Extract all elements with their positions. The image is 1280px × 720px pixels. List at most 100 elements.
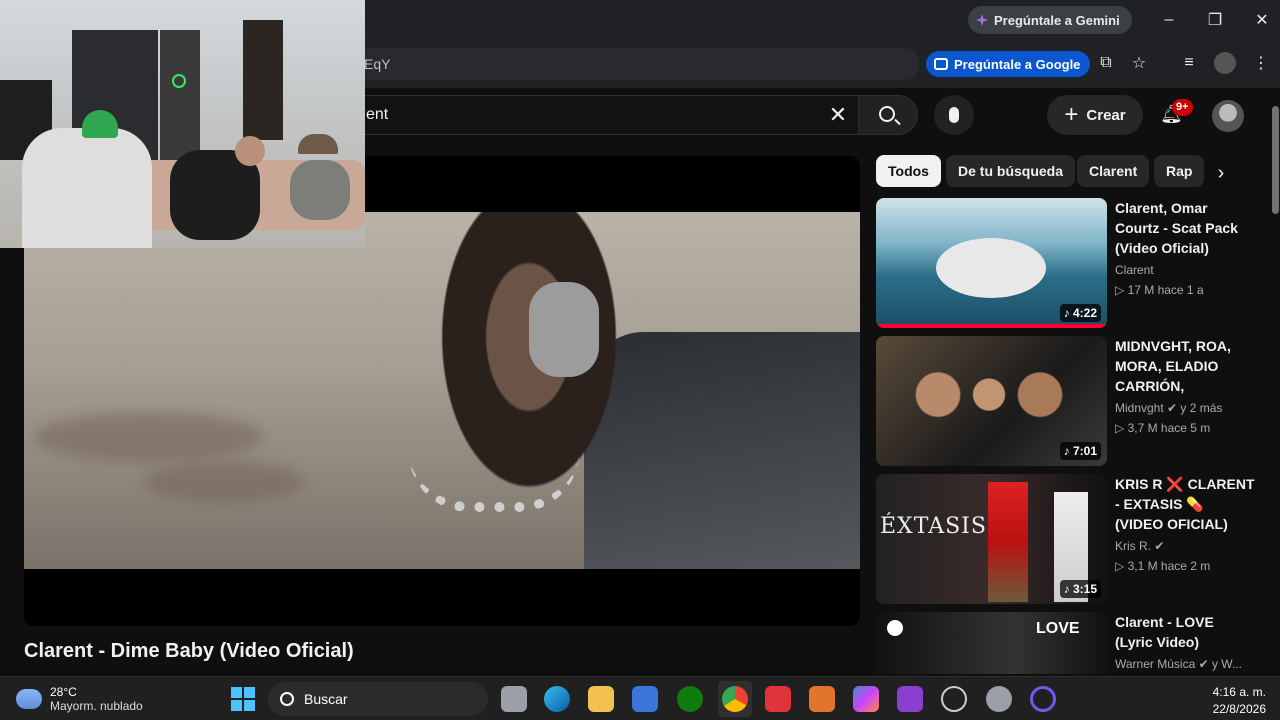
settings-gear-icon[interactable] [986,686,1012,712]
filter-chips: Todos De tu búsqueda Clarent Rap [876,155,1236,187]
video-meta: ▷ 3,7 M hace 5 m [1115,421,1211,435]
video-meta: ▷ 17 M hace 1 a [1115,283,1204,297]
xbox-icon[interactable] [677,686,703,712]
recommendation-title[interactable]: Clarent, Omar Courtz - Scat Pack (Video … [1115,198,1255,258]
media-controls-icon[interactable]: ≡ [1178,52,1200,74]
search-icon [280,692,294,706]
voice-search-button[interactable] [934,95,974,135]
bookmark-star-icon[interactable]: ☆ [1128,52,1150,74]
video-thumbnail[interactable]: LOVE [876,612,1107,674]
chip-clarent[interactable]: Clarent [1077,155,1150,187]
recommendation-item[interactable]: ♪ 4:22 Clarent, Omar Courtz - Scat Pack … [876,198,1266,328]
clock-date: 22/8/2026 [1212,702,1266,716]
ask-google-label: Pregúntale a Google [954,56,1081,72]
cloud-shape [144,462,304,502]
scrollbar[interactable] [1270,92,1280,672]
chip-todos[interactable]: Todos [876,155,941,187]
channel-name[interactable]: Midnvght ✔ y 2 más [1115,401,1222,415]
gemini-icon [976,14,988,26]
copilot-icon[interactable] [853,686,879,712]
recommendation-title[interactable]: MIDNVGHT, ROA, MORA, ELADIO CARRIÓN, CLA… [1115,336,1255,396]
install-app-icon[interactable]: ⧉ [1095,52,1117,74]
recommendation-item[interactable]: ÉXTASIS ♪ 3:15 KRIS R ❌ CLARENT - EXTASI… [876,474,1266,604]
love-logo: LOVE [1036,620,1080,637]
file-explorer-icon[interactable] [588,686,614,712]
browser-menu-icon[interactable]: ⋮ [1250,52,1272,74]
extasis-logo: ÉXTASIS [880,514,987,539]
profile-avatar-icon[interactable] [1214,52,1236,74]
video-title: Clarent - Dime Baby (Video Oficial) [24,640,354,662]
chevron-right-icon[interactable]: › [1208,160,1234,186]
ask-google-button[interactable]: Pregúntale a Google [926,51,1091,77]
windows-start-icon[interactable] [231,687,255,711]
brown-cap [298,134,338,154]
green-light-icon [172,74,186,88]
create-label: Crear [1086,106,1126,124]
video-thumbnail[interactable]: ♪ 7:01 [876,336,1107,466]
face-shape [235,136,265,166]
person-white-hoodie [22,128,152,248]
chip-de-tu-busqueda[interactable]: De tu búsqueda [946,155,1076,187]
plus-icon: + [1064,101,1079,128]
person-shape [988,482,1028,602]
lens-icon [934,58,948,70]
omnibox-url[interactable]: EqY [364,56,390,72]
ask-gemini-button[interactable]: Pregúntale a Gemini [968,6,1132,34]
close-window-button[interactable]: ✕ [1250,8,1274,32]
create-button[interactable]: + Crear [1047,95,1143,135]
restore-button[interactable]: ❐ [1203,8,1227,32]
scrollbar-thumb[interactable] [1272,106,1279,214]
cloud-shape [34,412,264,462]
watch-progress-bar [876,324,1107,328]
warner-logo-icon [887,620,903,636]
app-purple-icon[interactable] [897,686,923,712]
store-icon[interactable] [632,686,658,712]
boat-shape [936,238,1046,298]
doorway-shape [160,30,200,160]
anydesk-icon[interactable] [765,686,791,712]
edge-icon[interactable] [544,686,570,712]
channel-name[interactable]: Warner Música ✔ y W... [1115,657,1242,671]
search-button[interactable] [858,95,918,135]
door-shape [243,20,283,140]
video-thumbnail[interactable]: ♪ 4:22 [876,198,1107,328]
chip-rap[interactable]: Rap [1154,155,1205,187]
recommendation-item[interactable]: LOVE Clarent - LOVE (Lyric Video) Warner… [876,612,1266,674]
microphone-icon [949,107,959,123]
channel-name[interactable]: Kris R. ✔ [1115,539,1164,553]
clear-search-icon[interactable]: ✕ [826,102,850,127]
video-meta: ▷ 3,1 M hace 2 m [1115,559,1211,573]
headphone-shape [529,282,599,377]
task-view-icon[interactable] [501,686,527,712]
search-input-value[interactable]: ent [366,106,388,124]
duration-badge: ♪ 3:15 [1059,580,1101,598]
duration-badge: ♪ 4:22 [1059,304,1101,322]
taskbar-search[interactable]: Buscar [268,682,488,716]
account-avatar[interactable] [1212,100,1244,132]
person-silhouette [394,212,664,569]
recommendation-item[interactable]: ♪ 7:01 MIDNVGHT, ROA, MORA, ELADIO CARRI… [876,336,1266,466]
webcam-overlay [0,0,365,248]
group-photo-shape [904,364,1074,466]
app-clock-icon[interactable] [941,686,967,712]
notifications-badge: 9+ [1172,99,1193,116]
chrome-icon[interactable] [722,686,748,712]
weather-widget[interactable]: 28°C Mayorm. nublado [16,685,143,713]
minimize-button[interactable]: – [1157,8,1181,32]
person-grey-shirt [290,160,350,220]
recommendation-title[interactable]: Clarent - LOVE (Lyric Video) [1115,612,1255,652]
weather-cloud-icon [16,689,42,709]
system-clock[interactable]: 4:16 a. m. 22/8/2026 [1196,684,1266,718]
recommendation-title[interactable]: KRIS R ❌ CLARENT - EXTASIS 💊 (VIDEO OFIC… [1115,474,1255,534]
duration-badge: ♪ 7:01 [1059,442,1101,460]
app-circle-icon[interactable] [1030,686,1056,712]
search-input[interactable] [360,95,860,135]
video-thumbnail[interactable]: ÉXTASIS ♪ 3:15 [876,474,1107,604]
search-icon [879,106,895,122]
ask-gemini-label: Pregúntale a Gemini [994,12,1120,28]
fl-studio-icon[interactable] [809,686,835,712]
taskbar: 28°C Mayorm. nublado Buscar 4:16 a. m. 2… [0,676,1280,720]
green-cap [82,110,118,138]
video-frame[interactable] [24,212,860,569]
channel-name[interactable]: Clarent [1115,263,1154,277]
